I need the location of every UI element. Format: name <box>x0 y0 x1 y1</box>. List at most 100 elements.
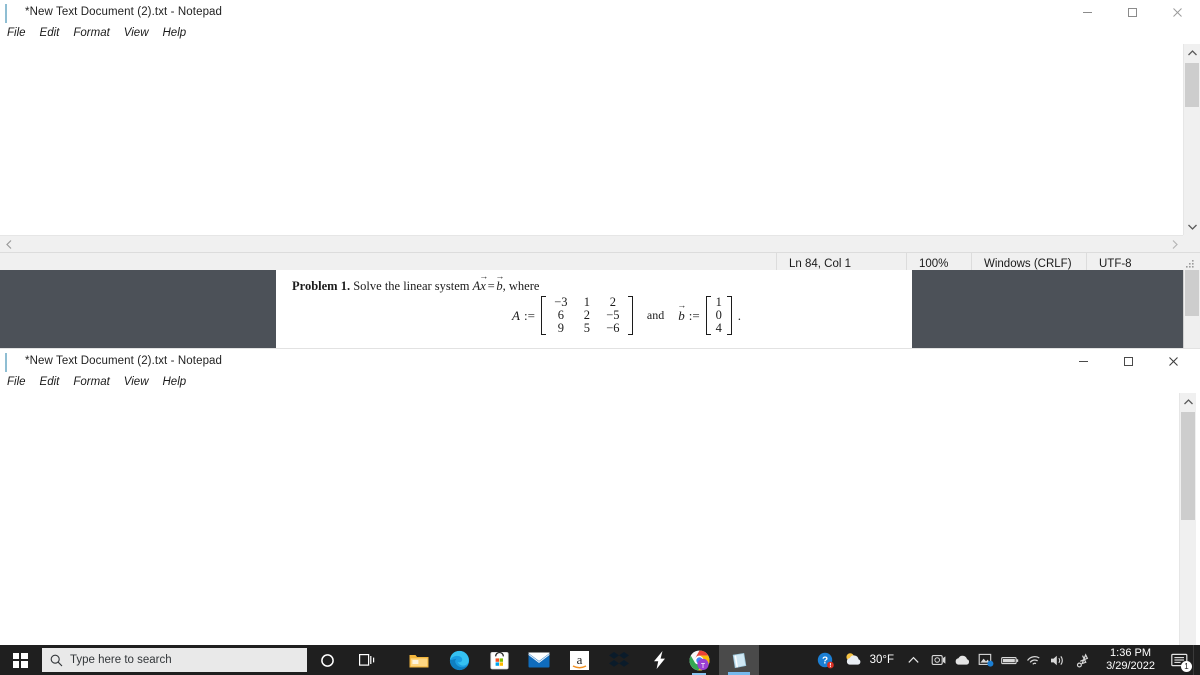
background-vertical-scrollbar[interactable] <box>1183 270 1200 348</box>
battery-button[interactable] <box>998 645 1022 675</box>
minimize-button[interactable] <box>1065 0 1110 24</box>
maximize-button[interactable] <box>1110 0 1155 24</box>
close-icon <box>1173 7 1182 17</box>
window1-menubar[interactable]: File Edit Format View Help <box>0 24 1200 44</box>
windows-start-icon <box>12 652 28 668</box>
slack-button[interactable] <box>639 645 679 675</box>
minimize-icon <box>1083 11 1092 13</box>
matrix-A-grid: −3 1 2 6 2 −5 9 5 −6 <box>546 296 628 335</box>
menu-item-edit[interactable]: Edit <box>33 25 67 43</box>
menu-item-help[interactable]: Help <box>156 374 194 392</box>
problem-equation: A → x = → b <box>472 271 505 294</box>
window2-window-controls[interactable] <box>1061 349 1196 373</box>
window2-text-area[interactable] <box>0 393 1200 645</box>
window1-titlebar[interactable]: *New Text Document (2).txt - Notepad <box>0 0 1200 24</box>
show-hidden-icons-button[interactable] <box>900 645 926 675</box>
window1-text-area[interactable] <box>0 44 1200 252</box>
chevron-up-icon <box>907 656 919 663</box>
menu-item-file[interactable]: File <box>0 374 33 392</box>
matrix-A-cell-2-0: 9 <box>557 321 565 335</box>
menu-item-view[interactable]: View <box>117 25 156 43</box>
search-placeholder: Type here to search <box>70 654 172 666</box>
problem-label: Problem 1. <box>292 279 351 293</box>
amazon-button[interactable]: a <box>559 645 599 675</box>
notification-center-button[interactable]: 1 <box>1165 645 1193 675</box>
taskbar[interactable]: Type here to search a T ? 30°F 1:36 PM 3… <box>0 645 1200 675</box>
microsoft-edge-button[interactable] <box>439 645 479 675</box>
menu-item-help[interactable]: Help <box>156 25 194 43</box>
matrix-A-label: A <box>512 307 520 323</box>
background-overlay-band: Problem 1. Solve the linear system A → x =… <box>0 270 1200 348</box>
task-view-button[interactable] <box>347 645 387 675</box>
webcam-button[interactable] <box>926 645 950 675</box>
microsoft-store-button[interactable] <box>479 645 519 675</box>
start-button[interactable] <box>0 645 40 675</box>
system-tray[interactable]: ? 30°F 1:36 PM 3/29/2022 1 <box>811 645 1200 675</box>
minimize-button[interactable] <box>1061 349 1106 373</box>
window1-vertical-scrollbar[interactable] <box>1183 44 1200 235</box>
notepad-icon <box>731 652 748 669</box>
window2-vertical-scroll-thumb[interactable] <box>1181 412 1195 520</box>
close-button[interactable] <box>1151 349 1196 373</box>
bluetooth-pen-icon <box>1076 652 1089 668</box>
scroll-up-arrow-icon[interactable] <box>1180 393 1196 410</box>
menu-item-edit[interactable]: Edit <box>33 374 67 392</box>
vector-b-right-bracket <box>726 296 732 335</box>
mail-button[interactable] <box>519 645 559 675</box>
bluetooth-pen-button[interactable] <box>1070 645 1098 675</box>
window2-titlebar[interactable]: *New Text Document (2).txt - Notepad <box>0 349 1200 373</box>
window1-horizontal-scrollbar[interactable] <box>0 235 1200 252</box>
clock-widget[interactable]: 1:36 PM 3/29/2022 <box>1098 647 1165 673</box>
cortana-button[interactable] <box>307 645 347 675</box>
window2-menubar[interactable]: File Edit Format View Help <box>0 373 1200 393</box>
mail-icon <box>528 652 550 668</box>
window1-vertical-scroll-thumb[interactable] <box>1185 63 1199 107</box>
notepad-icon <box>5 4 19 23</box>
vector-b: 1 0 4 <box>705 294 732 337</box>
scroll-right-arrow-icon[interactable] <box>1166 236 1183 252</box>
scroll-down-arrow-icon[interactable] <box>1184 218 1200 235</box>
notepad-window-foreground[interactable]: *New Text Document (2).txt - Notepad Fil… <box>0 348 1200 645</box>
task-view-icon <box>358 654 374 666</box>
menu-item-format[interactable]: Format <box>66 374 116 392</box>
background-scroll-thumb[interactable] <box>1185 270 1199 316</box>
volume-icon <box>1051 655 1063 665</box>
scroll-left-arrow-icon[interactable] <box>0 236 17 252</box>
wifi-icon <box>1027 655 1040 665</box>
amazon-icon: a <box>569 650 589 670</box>
onedrive-button[interactable] <box>950 645 974 675</box>
close-button[interactable] <box>1155 0 1200 24</box>
notepad-window-background[interactable]: *New Text Document (2).txt - Notepad Fil… <box>0 0 1200 275</box>
maximize-icon <box>1124 356 1133 366</box>
trailing-period: . <box>737 307 741 323</box>
notepad-button[interactable] <box>719 645 759 675</box>
window1-window-controls[interactable] <box>1065 0 1200 24</box>
vector-b-label: → b <box>677 299 687 323</box>
webcam-icon <box>931 655 946 665</box>
assignment-operator-b: := <box>688 307 700 323</box>
menu-item-file[interactable]: File <box>0 25 33 43</box>
onedrive-cloud-icon <box>955 655 969 665</box>
problem-text-after: , where <box>502 279 540 293</box>
photos-button[interactable] <box>974 645 998 675</box>
maximize-icon <box>1128 7 1137 17</box>
weather-widget[interactable]: 30°F <box>841 651 900 670</box>
notification-badge: 1 <box>1181 661 1192 672</box>
menu-item-view[interactable]: View <box>117 374 156 392</box>
help-button[interactable]: ? <box>811 645 841 675</box>
chrome-button[interactable]: T <box>679 645 719 675</box>
dropbox-button[interactable] <box>599 645 639 675</box>
search-input[interactable]: Type here to search <box>42 648 307 672</box>
store-icon <box>489 651 509 670</box>
network-button[interactable] <box>1022 645 1046 675</box>
volume-button[interactable] <box>1046 645 1070 675</box>
scroll-up-arrow-icon[interactable] <box>1184 44 1200 61</box>
window2-title: *New Text Document (2).txt - Notepad <box>25 355 223 367</box>
window2-vertical-scrollbar[interactable] <box>1179 393 1196 645</box>
window1-title: *New Text Document (2).txt - Notepad <box>25 6 223 18</box>
menu-item-format[interactable]: Format <box>66 25 116 43</box>
show-desktop-button[interactable] <box>1193 645 1200 675</box>
edge-icon <box>449 650 469 670</box>
file-explorer-button[interactable] <box>399 645 439 675</box>
maximize-button[interactable] <box>1106 349 1151 373</box>
